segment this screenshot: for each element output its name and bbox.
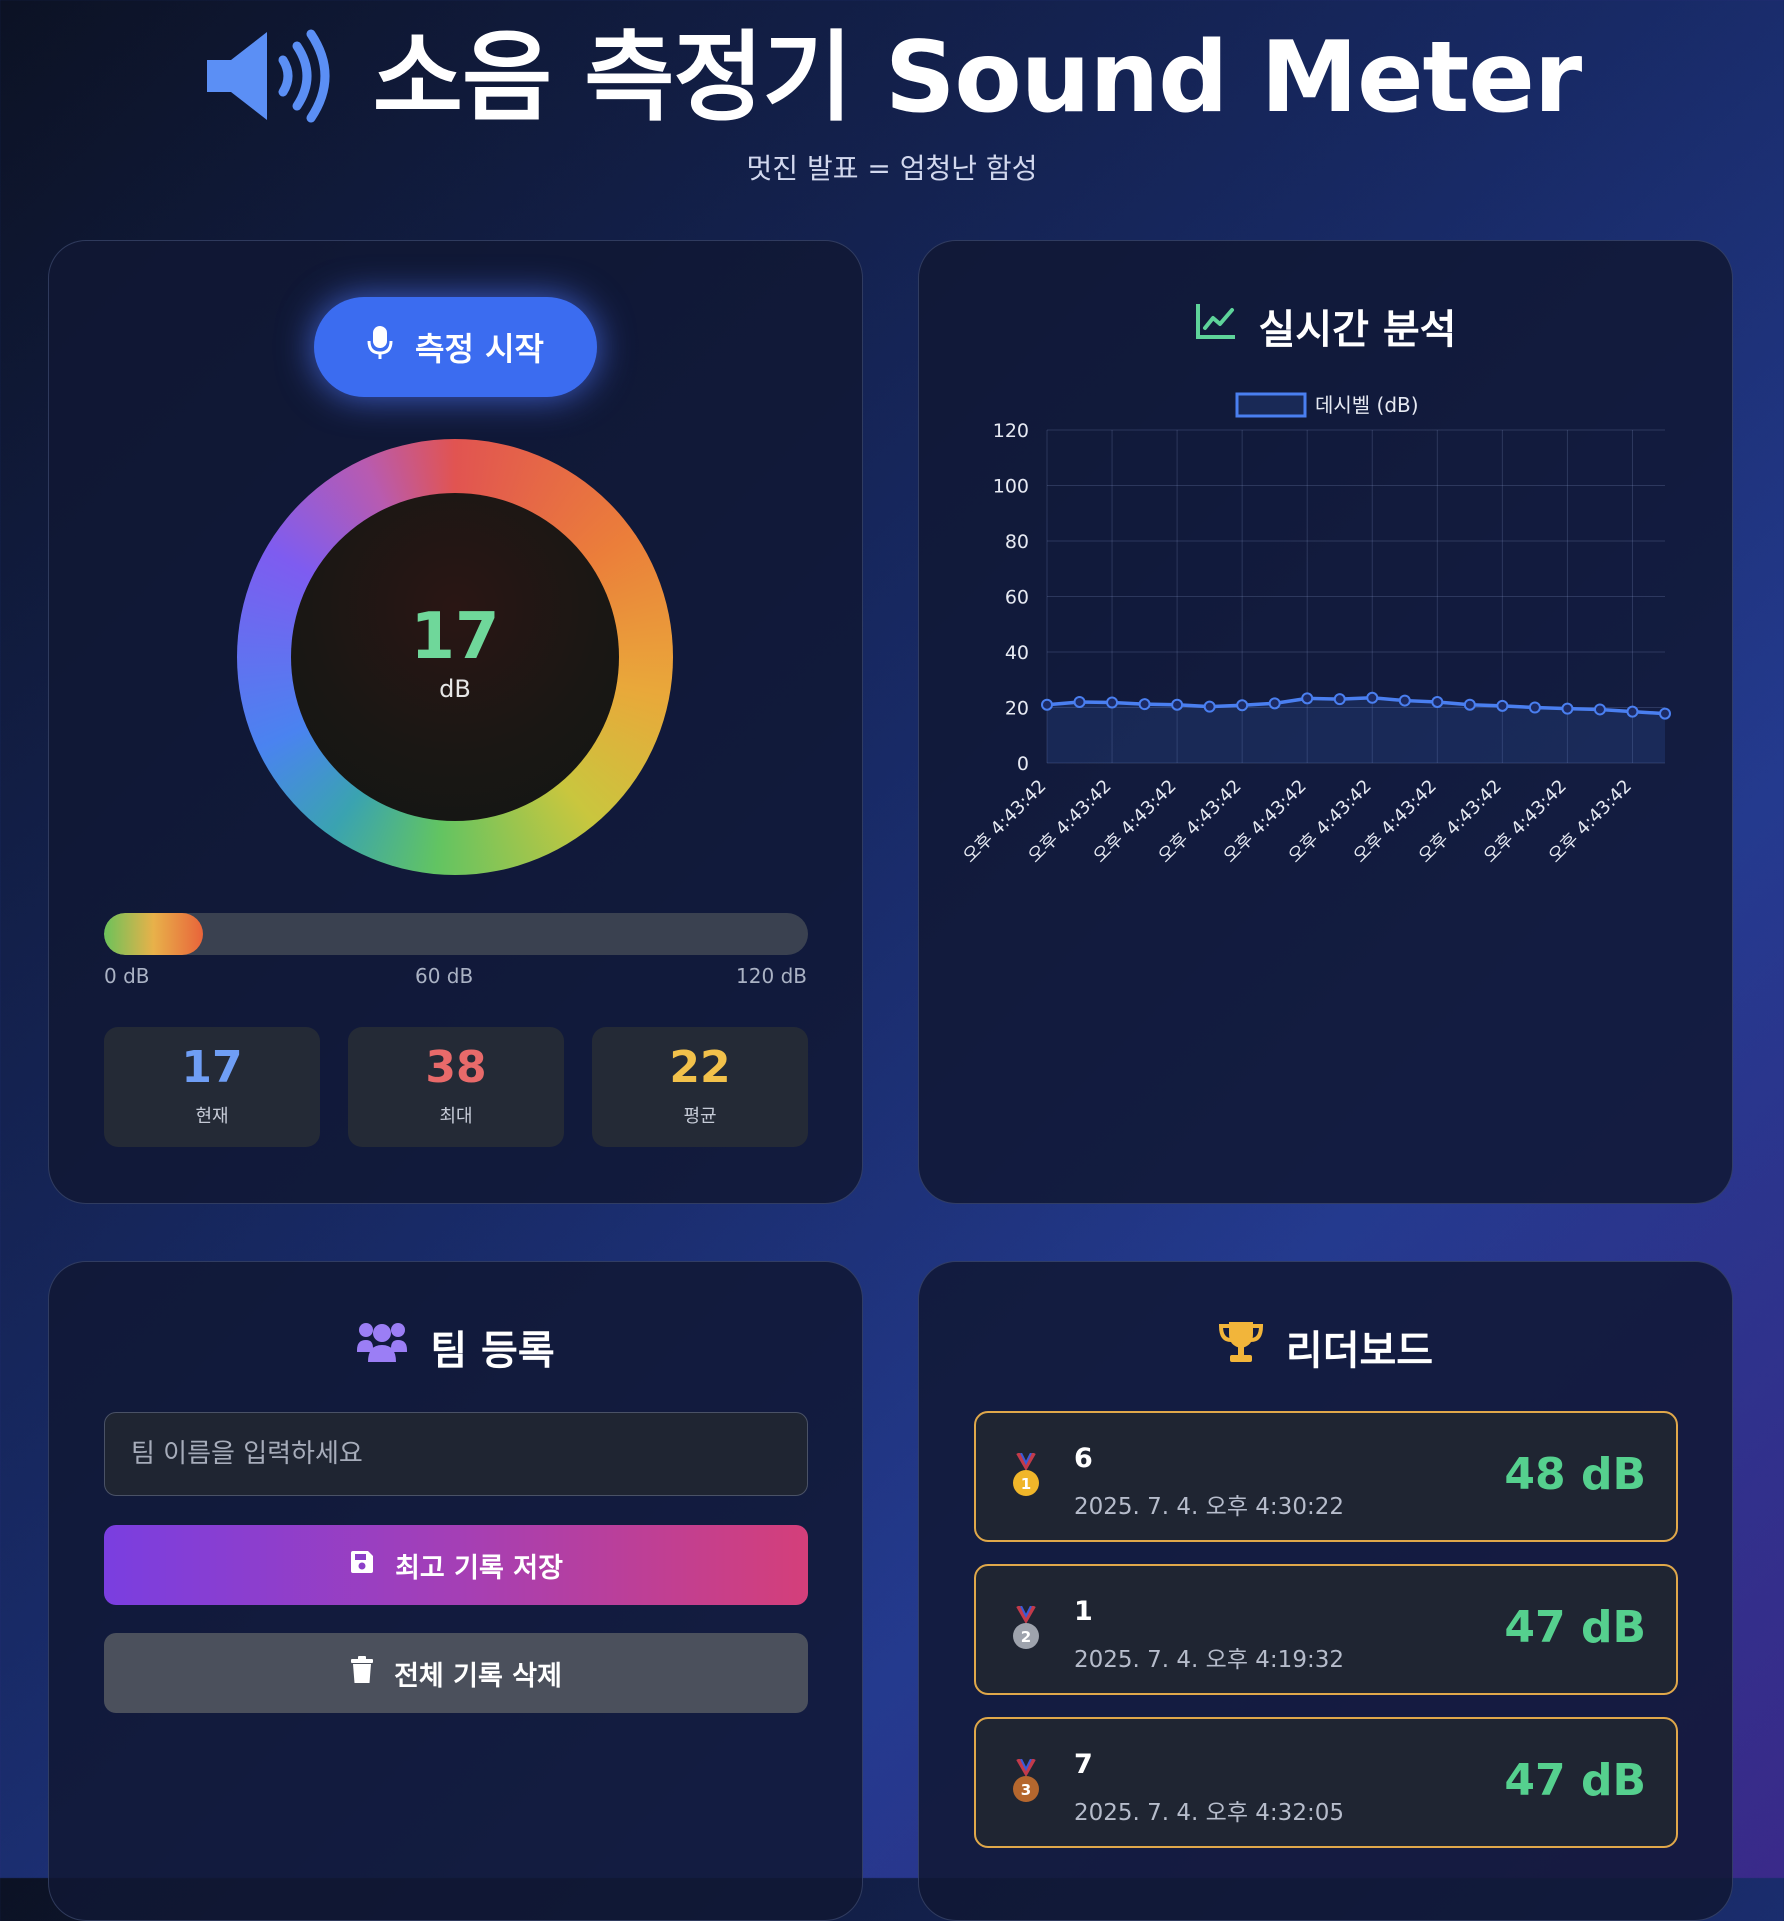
- entry-date: 2025. 7. 4. 오후 4:30:22: [1074, 1494, 1344, 1520]
- data-point: [1073, 695, 1086, 708]
- scale-mid-label: 60 dB: [415, 964, 474, 988]
- stat-average: 22 평균: [592, 1027, 808, 1147]
- floppy-disk-icon: [349, 1549, 375, 1582]
- level-bar-fill: [104, 913, 203, 955]
- entry-score: 48 dB: [1504, 1449, 1646, 1500]
- leaderboard-title: 리더보드: [1285, 1328, 1434, 1374]
- scale-min-label: 0 dB: [104, 964, 150, 988]
- analysis-card: 실시간 분석 0 20 40 60 80 100 120 오후 4:43:42 오후 4:43:…: [918, 240, 1733, 1204]
- start-measure-button[interactable]: 측정 시작: [314, 297, 597, 397]
- leaderboard-entry: 3 7 2025. 7. 4. 오후 4:32:05 47 dB: [974, 1717, 1678, 1848]
- stat-average-value: 22: [669, 1042, 731, 1093]
- data-point: [1333, 693, 1346, 706]
- data-point: [1659, 707, 1671, 720]
- stat-current-value: 17: [181, 1042, 243, 1093]
- stat-average-label: 평균: [683, 1106, 717, 1127]
- team-name-input[interactable]: [104, 1412, 808, 1496]
- entry-team-name: 7: [1074, 1749, 1093, 1780]
- entry-date: 2025. 7. 4. 오후 4:32:05: [1074, 1800, 1344, 1826]
- start-measure-label: 측정 시작: [415, 330, 544, 368]
- data-point: [1496, 699, 1509, 712]
- team-title: 팀 등록: [430, 1328, 555, 1374]
- team-card: 팀 등록 최고 기록 저장 전체 기록 삭제: [48, 1261, 863, 1921]
- data-point: [1398, 694, 1411, 707]
- leaderboard-title-row: 리더보드: [919, 1318, 1732, 1376]
- y-tick-label: 100: [993, 476, 1029, 498]
- trash-icon: [350, 1655, 374, 1691]
- entry-date: 2025. 7. 4. 오후 4:19:32: [1074, 1647, 1344, 1673]
- stat-current-label: 현재: [195, 1106, 229, 1127]
- volume-high-icon: [203, 26, 333, 130]
- data-point: [1236, 699, 1249, 712]
- stat-current: 17 현재: [104, 1027, 320, 1147]
- page-title: 소음 측정기 Sound Meter: [372, 20, 1582, 135]
- entry-team-name: 1: [1074, 1596, 1093, 1627]
- y-tick-label: 40: [1005, 642, 1029, 664]
- data-point: [1041, 698, 1053, 711]
- data-point: [1301, 692, 1314, 705]
- scale-max-label: 120 dB: [736, 964, 807, 988]
- y-tick-label: 0: [1017, 753, 1029, 775]
- delete-all-label: 전체 기록 삭제: [394, 1660, 562, 1692]
- y-tick-label: 80: [1005, 531, 1029, 553]
- data-point: [1171, 698, 1184, 711]
- data-point: [1106, 696, 1119, 709]
- page-subtitle: 멋진 발표 = 엄청난 함성: [746, 152, 1038, 185]
- data-point: [1463, 698, 1476, 711]
- legend-label: 데시벨 (dB): [1315, 393, 1419, 417]
- legend-swatch: [1235, 392, 1307, 418]
- y-tick-label: 20: [1005, 698, 1029, 720]
- gold-medal-icon: 1: [1010, 1452, 1042, 1505]
- gauge-value: 17: [410, 600, 500, 674]
- trophy-icon: [1218, 1320, 1264, 1374]
- data-point: [1431, 695, 1444, 708]
- data-point: [1561, 702, 1574, 715]
- data-point: [1138, 698, 1151, 711]
- data-point: [1528, 701, 1541, 714]
- stat-max-value: 38: [425, 1042, 487, 1093]
- entry-team-name: 6: [1074, 1443, 1093, 1474]
- medal-rank: 1: [1021, 1475, 1031, 1493]
- data-point: [1366, 691, 1379, 704]
- gauge-unit: dB: [439, 675, 471, 703]
- y-tick-label: 60: [1005, 587, 1029, 609]
- leaderboard-entry: 1 6 2025. 7. 4. 오후 4:30:22 48 dB: [974, 1411, 1678, 1542]
- stat-max: 38 최대: [348, 1027, 564, 1147]
- y-tick-label: 120: [993, 420, 1029, 442]
- medal-rank: 3: [1021, 1781, 1031, 1799]
- entry-score: 47 dB: [1504, 1755, 1646, 1806]
- save-record-label: 최고 기록 저장: [395, 1552, 563, 1584]
- decibel-line-chart: 020406080100120오후 4:43:42오후 4:43:42오후 4:…: [959, 392, 1671, 867]
- entry-score: 47 dB: [1504, 1602, 1646, 1653]
- leaderboard-card: 리더보드 1 6 2025. 7. 4. 오후 4:30:22 48 dB 2 …: [918, 1261, 1733, 1921]
- data-point: [1203, 700, 1216, 713]
- users-icon: [356, 1320, 408, 1374]
- stat-max-label: 최대: [439, 1106, 473, 1127]
- data-point: [1268, 697, 1281, 710]
- microphone-icon: [367, 325, 393, 369]
- gauge-center: 17 dB: [291, 493, 619, 821]
- team-title-row: 팀 등록: [49, 1318, 862, 1376]
- delete-all-button[interactable]: 전체 기록 삭제: [104, 1633, 808, 1713]
- title-row: 소음 측정기 Sound Meter: [0, 20, 1784, 135]
- data-point: [1593, 703, 1606, 716]
- level-bar: [104, 913, 808, 955]
- meter-card: 측정 시작 17 dB 0 dB 60 dB 120 dB 17 현재 38 최…: [48, 240, 863, 1204]
- data-point: [1626, 705, 1639, 718]
- page-header: 소음 측정기 Sound Meter 멋진 발표 = 엄청난 함성: [0, 20, 1784, 187]
- leaderboard-entry: 2 1 2025. 7. 4. 오후 4:19:32 47 dB: [974, 1564, 1678, 1695]
- silver-medal-icon: 2: [1010, 1605, 1042, 1658]
- decibel-gauge: 17 dB: [237, 439, 673, 875]
- medal-rank: 2: [1021, 1628, 1031, 1646]
- save-record-button[interactable]: 최고 기록 저장: [104, 1525, 808, 1605]
- bronze-medal-icon: 3: [1010, 1758, 1042, 1811]
